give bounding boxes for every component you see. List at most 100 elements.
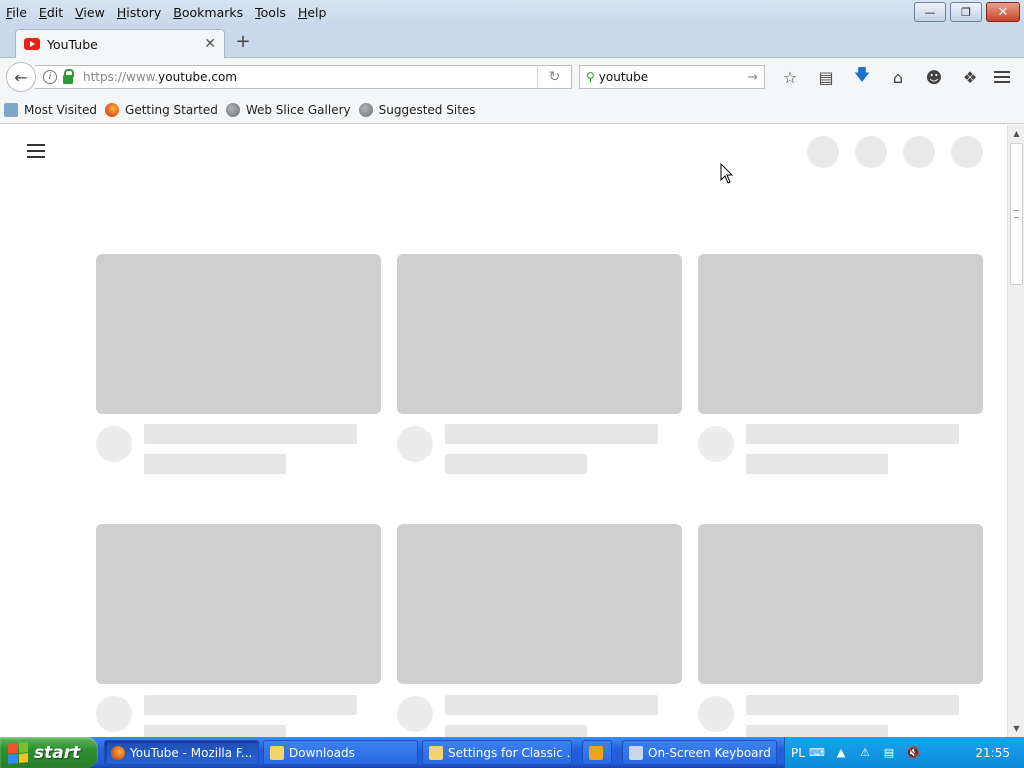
channel-avatar-placeholder	[397, 426, 433, 462]
menu-edit[interactable]: Edit	[33, 0, 69, 26]
video-title-placeholder	[746, 695, 959, 715]
url-bar[interactable]: i https://www.youtube.com ↻	[35, 65, 572, 89]
start-button[interactable]: start	[0, 737, 98, 768]
menu-history[interactable]: History	[111, 0, 167, 26]
minimize-button[interactable]: —	[914, 2, 946, 22]
vertical-scrollbar[interactable]: ▲ ▼	[1007, 125, 1024, 737]
guide-menu-button[interactable]	[27, 144, 45, 158]
globe-icon	[358, 102, 373, 117]
start-label: start	[34, 742, 81, 763]
search-go-icon[interactable]: →	[747, 70, 758, 85]
back-button[interactable]: ←	[6, 62, 36, 92]
scroll-up-arrow-icon[interactable]: ▲	[1008, 125, 1024, 142]
url-prefix: https://www.	[83, 70, 159, 84]
safely-remove-icon[interactable]: ▤	[881, 745, 897, 761]
taskbar-item-downloads[interactable]: Downloads	[263, 740, 418, 765]
taskbar-item-label: YouTube - Mozilla F...	[130, 745, 253, 760]
channel-avatar-placeholder	[397, 696, 433, 732]
pocket-icon[interactable]: ❖	[952, 66, 988, 88]
system-tray: PL ⌨ ▲ ⚠ ▤ 🔇 21:55	[784, 737, 1024, 768]
taskbar-item-label: Downloads	[289, 745, 355, 760]
home-icon[interactable]: ⌂	[880, 66, 916, 88]
header-placeholder-circle	[855, 136, 887, 168]
menu-bar: File Edit View History Bookmarks Tools H…	[0, 0, 332, 26]
language-indicator[interactable]: PL	[791, 746, 805, 760]
taskbar-item-label: On-Screen Keyboard	[648, 745, 771, 760]
menu-file[interactable]: File	[0, 0, 33, 26]
tab-youtube[interactable]: YouTube ✕	[15, 29, 225, 58]
taskbar-item-media[interactable]	[582, 740, 612, 765]
channel-avatar-placeholder	[96, 426, 132, 462]
reading-list-icon[interactable]: ▤	[808, 66, 844, 88]
tab-close-icon[interactable]: ✕	[204, 36, 216, 52]
network-error-icon[interactable]: ⚠	[857, 745, 873, 761]
menu-line-icon	[994, 76, 1010, 78]
lock-icon	[63, 68, 74, 84]
restore-button[interactable]: ❐	[950, 2, 982, 22]
keyboard-icon[interactable]: ⌨	[809, 745, 825, 761]
video-title-placeholder	[445, 695, 658, 715]
back-arrow-icon: ←	[14, 67, 28, 87]
reload-icon[interactable]: ↻	[537, 65, 571, 89]
video-meta-placeholder	[144, 454, 286, 474]
taskbar: start YouTube - Mozilla F... Downloads S…	[0, 737, 1024, 768]
mouse-cursor-icon	[720, 163, 734, 184]
show-hidden-icons-icon[interactable]: ▲	[833, 745, 849, 761]
scroll-down-arrow-icon[interactable]: ▼	[1008, 720, 1024, 737]
search-icon: ⚲	[586, 70, 595, 84]
video-title-placeholder	[144, 695, 357, 715]
bookmark-suggested-sites[interactable]: Suggested Sites	[358, 102, 476, 117]
search-bar[interactable]: ⚲ youtube →	[579, 65, 765, 89]
windows-logo-icon	[8, 741, 28, 764]
scrollbar-thumb[interactable]	[1010, 143, 1023, 285]
menu-tools[interactable]: Tools	[249, 0, 292, 26]
plus-icon: +	[235, 31, 251, 52]
tab-title: YouTube	[47, 36, 98, 52]
video-meta-placeholder	[746, 725, 888, 737]
bookmark-label: Web Slice Gallery	[245, 102, 351, 117]
close-icon: ✕	[997, 4, 1009, 20]
header-placeholder-circle	[903, 136, 935, 168]
menu-line-icon	[27, 144, 45, 146]
video-meta-placeholder	[445, 454, 587, 474]
scrollbar-grip-icon	[1014, 210, 1019, 218]
taskbar-item-firefox[interactable]: YouTube - Mozilla F...	[104, 740, 259, 765]
channel-avatar-placeholder	[698, 426, 734, 462]
menu-line-icon	[994, 71, 1010, 73]
taskbar-item-onscreen-keyboard[interactable]: On-Screen Keyboard	[622, 740, 777, 765]
bookmark-web-slice-gallery[interactable]: Web Slice Gallery	[225, 102, 351, 117]
volume-muted-icon[interactable]: 🔇	[905, 745, 921, 761]
video-meta-placeholder	[746, 454, 888, 474]
search-input[interactable]: youtube	[599, 70, 747, 84]
video-title-placeholder	[445, 424, 658, 444]
bookmark-getting-started[interactable]: Getting Started	[105, 102, 218, 117]
menu-help[interactable]: Help	[292, 0, 333, 26]
url-host: youtube.com	[158, 70, 237, 84]
download-icon[interactable]: 🡇	[844, 65, 880, 88]
video-thumbnail-placeholder	[698, 254, 983, 414]
globe-icon	[225, 102, 240, 117]
folder-icon	[429, 745, 443, 760]
browser-menu-button[interactable]	[988, 66, 1016, 88]
video-thumbnail-placeholder	[698, 524, 983, 684]
keyboard-icon	[629, 745, 643, 760]
taskbar-item-settings[interactable]: Settings for Classic ...	[422, 740, 572, 765]
menu-bookmarks[interactable]: Bookmarks	[167, 0, 249, 26]
bookmark-star-icon[interactable]: ☆	[772, 66, 808, 88]
minimize-icon: —	[924, 5, 936, 19]
menu-line-icon	[994, 81, 1010, 83]
most-visited-icon	[4, 102, 18, 117]
tab-strip: YouTube ✕ +	[0, 26, 1024, 58]
chat-icon[interactable]: ☻	[916, 66, 952, 88]
info-icon[interactable]: i	[43, 70, 57, 84]
media-player-icon	[589, 745, 603, 760]
url-text[interactable]: https://www.youtube.com	[83, 70, 537, 84]
menu-view[interactable]: View	[69, 0, 111, 26]
video-thumbnail-placeholder	[96, 524, 381, 684]
channel-avatar-placeholder	[698, 696, 734, 732]
clock[interactable]: 21:55	[975, 746, 1010, 760]
close-window-button[interactable]: ✕	[986, 2, 1020, 22]
bookmark-most-visited[interactable]: Most Visited	[4, 102, 97, 117]
new-tab-button[interactable]: +	[234, 29, 252, 55]
navigation-toolbar: i https://www.youtube.com ↻ ← ⚲ youtube …	[0, 58, 1024, 96]
